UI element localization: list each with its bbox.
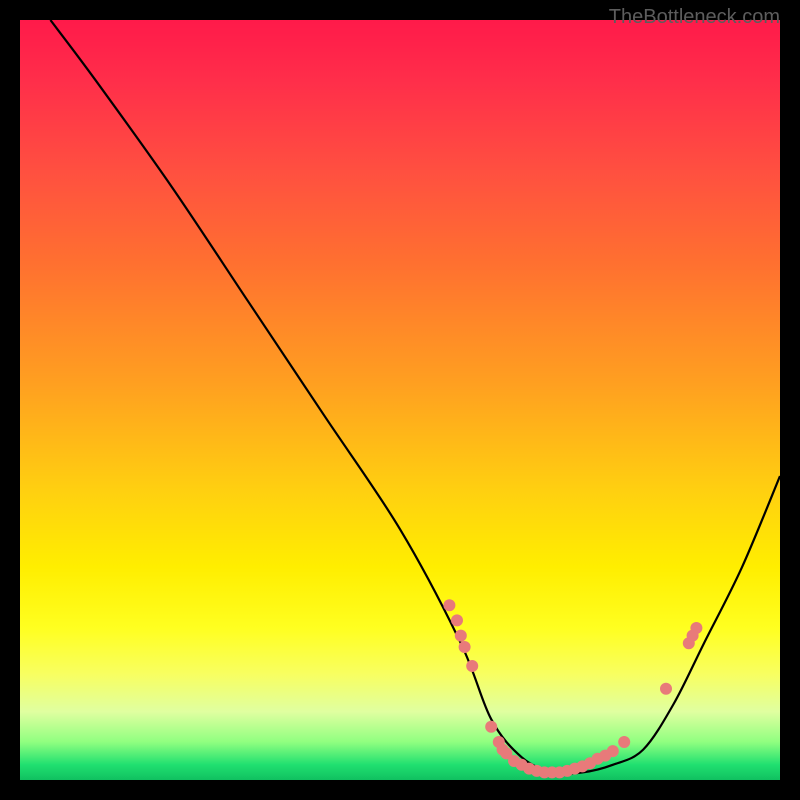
highlight-dot (451, 614, 463, 626)
highlight-dot (690, 622, 702, 634)
highlight-dot (607, 745, 619, 757)
bottleneck-curve-line (50, 20, 780, 774)
highlight-dots-group (443, 599, 702, 778)
chart-svg (20, 20, 780, 780)
highlight-dot (660, 683, 672, 695)
highlight-dot (455, 630, 467, 642)
highlight-dot (485, 721, 497, 733)
highlight-dot (466, 660, 478, 672)
highlight-dot (459, 641, 471, 653)
watermark-text: TheBottleneck.com (609, 6, 780, 29)
plot-area (20, 20, 780, 780)
highlight-dot (618, 736, 630, 748)
highlight-dot (443, 599, 455, 611)
